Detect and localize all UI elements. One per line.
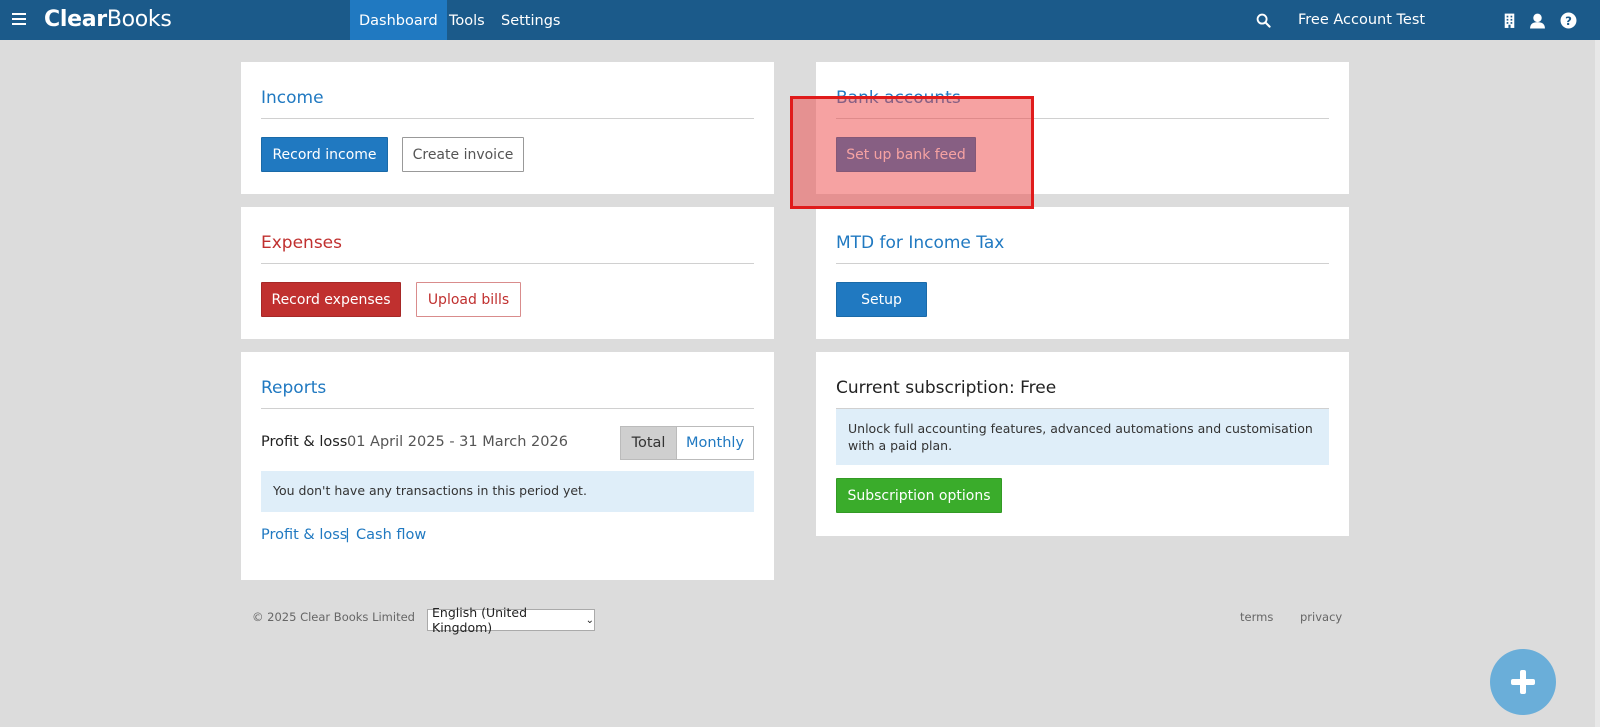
privacy-link[interactable]: privacy: [1300, 610, 1342, 624]
divider: [261, 263, 754, 264]
building-icon[interactable]: [1501, 12, 1518, 29]
copyright-text: © 2025 Clear Books Limited: [252, 610, 415, 624]
period-toggle: Total Monthly: [620, 426, 754, 460]
chevron-down-icon: ⌄: [585, 614, 594, 626]
divider: [261, 118, 754, 119]
divider: [261, 408, 754, 409]
mtd-income-tax-card: [816, 207, 1349, 339]
subscription-upgrade-message: Unlock full accounting features, advance…: [836, 409, 1329, 465]
set-up-bank-feed-button[interactable]: Set up bank feed: [836, 137, 976, 172]
divider: [836, 263, 1329, 264]
account-name[interactable]: Free Account Test: [1298, 12, 1425, 28]
user-icon[interactable]: [1529, 12, 1546, 29]
income-card: [241, 62, 774, 194]
help-icon[interactable]: ?: [1560, 12, 1577, 29]
mtd-setup-button[interactable]: Setup: [836, 282, 927, 317]
nav-tools[interactable]: Tools: [440, 0, 494, 40]
language-select[interactable]: English (United Kingdom) ⌄: [427, 605, 595, 635]
svg-text:?: ?: [1565, 14, 1572, 28]
expenses-title: Expenses: [261, 233, 342, 253]
record-expenses-button[interactable]: Record expenses: [261, 282, 401, 317]
record-income-button[interactable]: Record income: [261, 137, 388, 172]
nav-dashboard[interactable]: Dashboard: [350, 0, 447, 40]
link-separator: |: [345, 527, 350, 543]
subscription-title: Current subscription: Free: [836, 378, 1057, 398]
search-icon[interactable]: [1256, 13, 1271, 28]
menu-icon[interactable]: [12, 13, 26, 27]
top-navigation-bar: ClearBooks Dashboard Tools Settings Free…: [0, 0, 1600, 40]
divider: [836, 118, 1329, 119]
profit-loss-date-range: 01 April 2025 - 31 March 2026: [347, 434, 568, 450]
nav-settings[interactable]: Settings: [492, 0, 569, 40]
income-title: Income: [261, 88, 324, 108]
upload-bills-button[interactable]: Upload bills: [416, 282, 521, 317]
cash-flow-link[interactable]: Cash flow: [356, 527, 426, 543]
reports-title: Reports: [261, 378, 327, 398]
bank-accounts-title: Bank accounts: [836, 88, 961, 108]
subscription-options-button[interactable]: Subscription options: [836, 478, 1002, 513]
bank-accounts-card: [816, 62, 1349, 194]
terms-link[interactable]: terms: [1240, 610, 1273, 624]
scrollbar[interactable]: [1595, 40, 1600, 727]
mtd-income-tax-title: MTD for Income Tax: [836, 233, 1005, 253]
toggle-total[interactable]: Total: [621, 427, 677, 459]
create-invoice-button[interactable]: Create invoice: [402, 137, 524, 172]
language-select-value: English (United Kingdom): [432, 605, 528, 635]
add-icon[interactable]: [1490, 649, 1556, 715]
expenses-card: [241, 207, 774, 339]
profit-loss-link[interactable]: Profit & loss: [261, 527, 347, 543]
profit-loss-label: Profit & loss: [261, 434, 348, 450]
no-transactions-message: You don't have any transactions in this …: [261, 471, 754, 512]
toggle-monthly[interactable]: Monthly: [677, 427, 753, 459]
clearbooks-logo[interactable]: ClearBooks: [44, 7, 172, 32]
